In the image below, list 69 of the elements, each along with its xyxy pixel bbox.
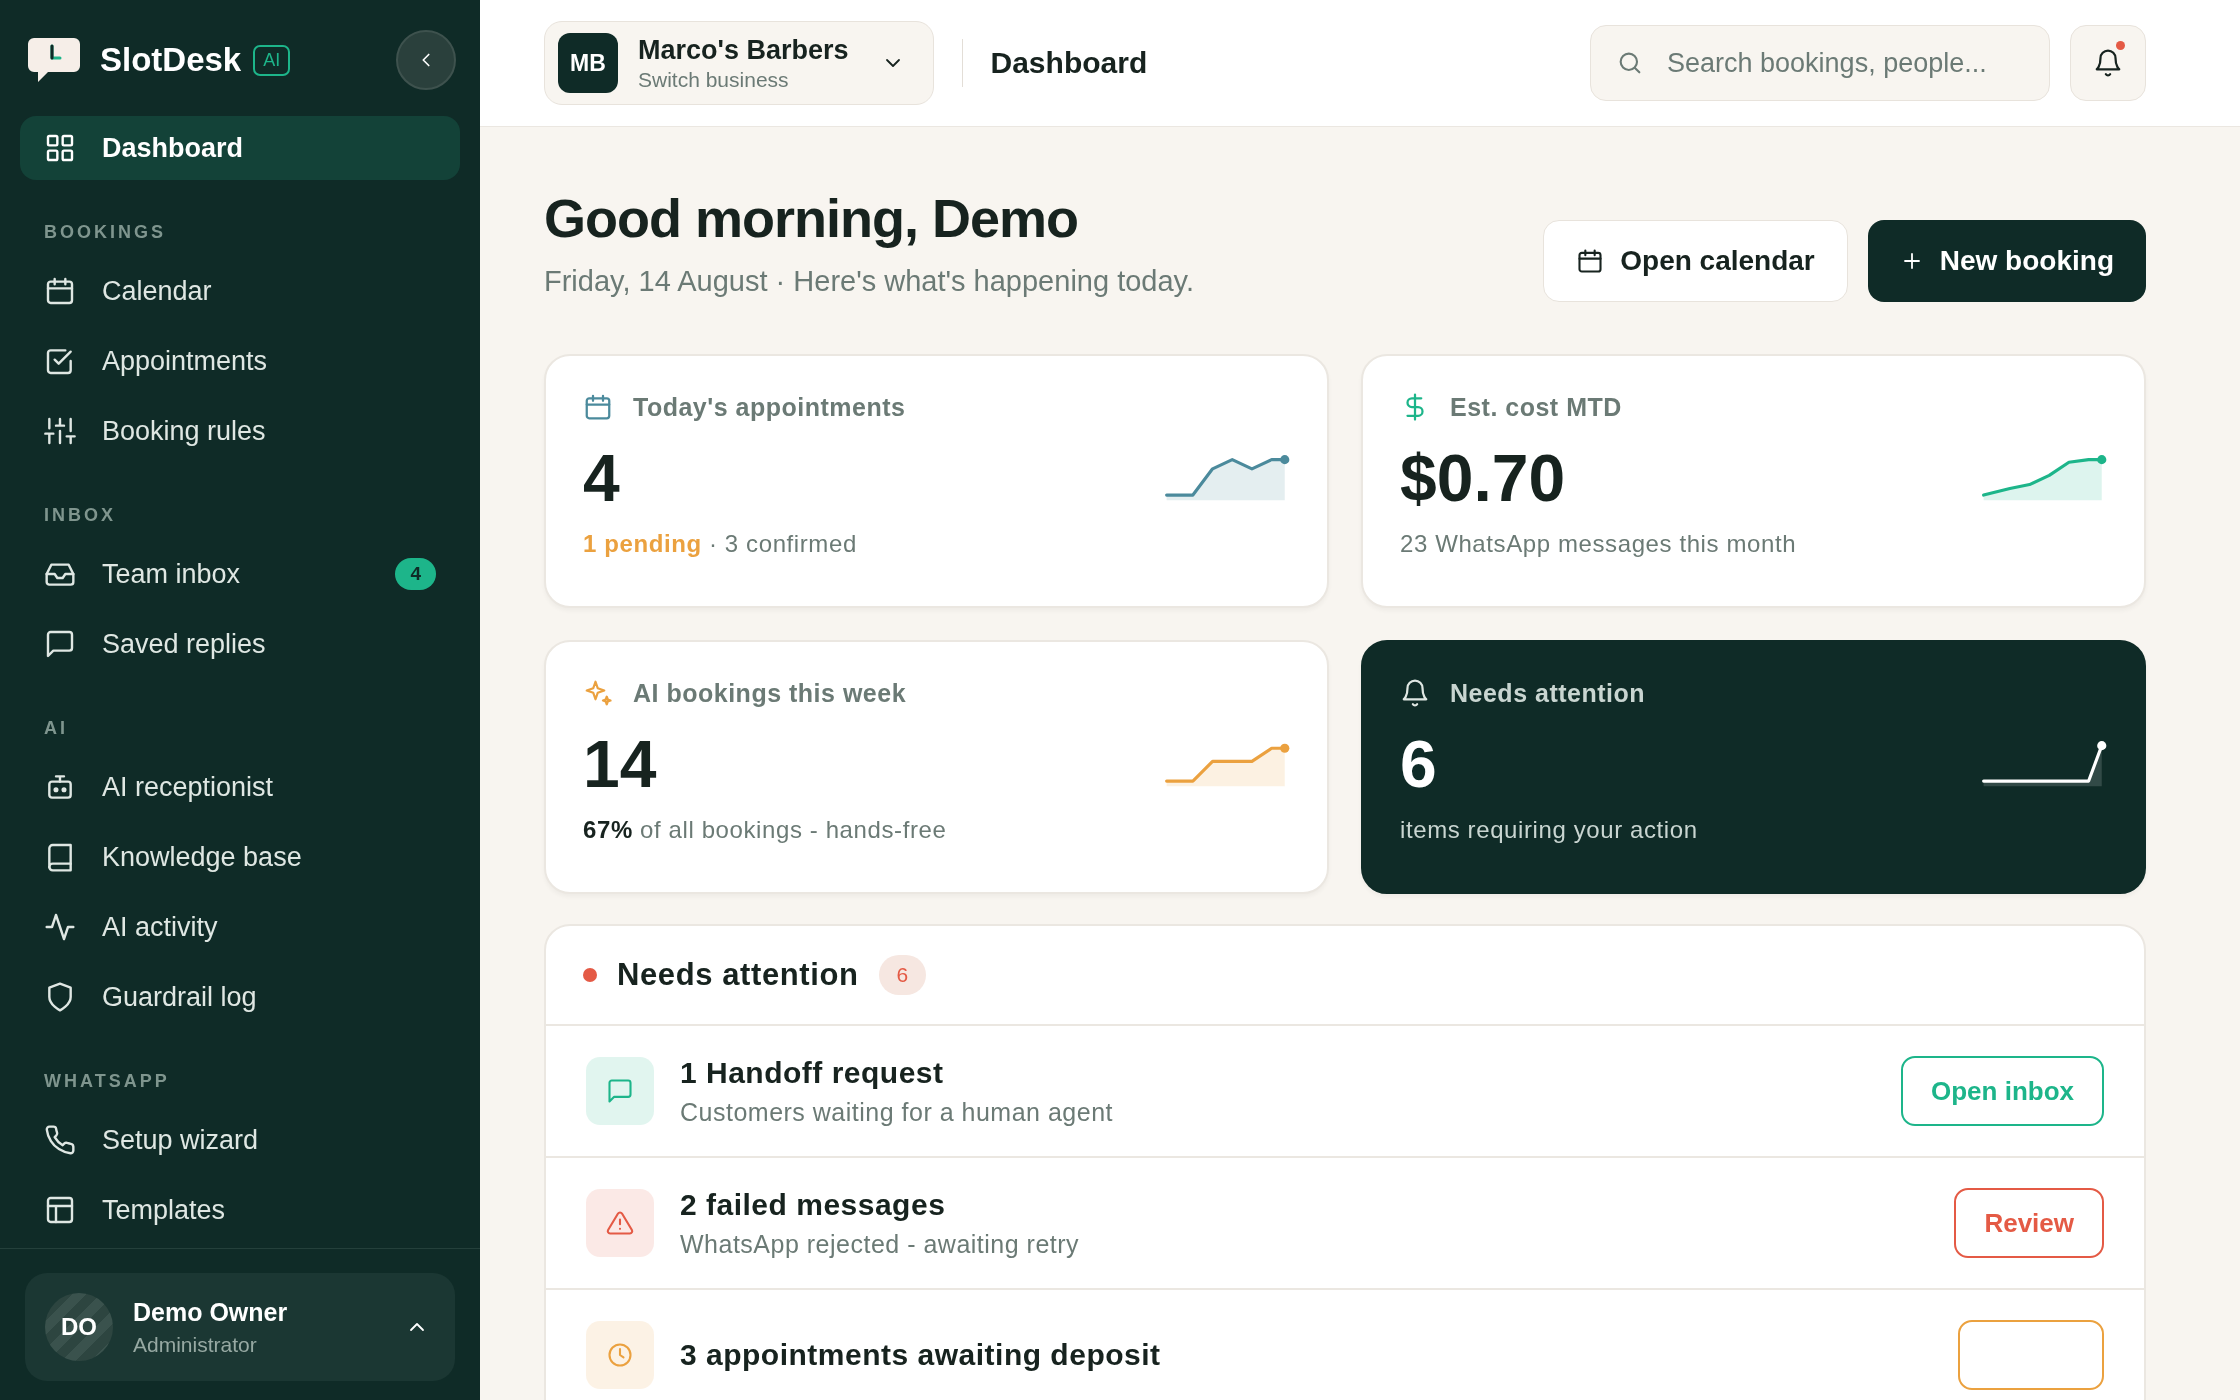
grid-icon <box>44 132 76 164</box>
notifications-button[interactable] <box>2070 25 2146 101</box>
stat-note: 1 pending · 3 confirmed <box>583 530 858 558</box>
nav-item[interactable]: Knowledge base <box>20 825 460 889</box>
stat-title: Est. cost MTD <box>1450 392 1622 422</box>
pulse-icon <box>44 911 76 943</box>
calendar-icon <box>583 392 613 422</box>
business-switcher[interactable]: MB Marco's Barbers Switch business <box>544 21 934 105</box>
stat-value: $0.70 <box>1400 440 1566 516</box>
stat-value: 14 <box>583 726 657 802</box>
calendar-icon <box>1576 247 1605 275</box>
phone-icon <box>44 1124 76 1156</box>
new-booking-button[interactable]: New booking <box>1867 220 2146 302</box>
bell-icon <box>2093 48 2123 78</box>
user-role: Administrator <box>133 1332 258 1357</box>
search-field[interactable]: Search bookings, people... <box>1590 25 2050 101</box>
item-title: 1 Handoff request <box>680 1055 945 1090</box>
nav-item[interactable]: AI activity <box>20 895 460 959</box>
layout-icon <box>44 1194 76 1226</box>
section-heading: BOOKINGS <box>43 221 167 244</box>
action-button[interactable]: Review <box>1954 1188 2104 1258</box>
collapse-button[interactable] <box>396 30 456 90</box>
greeting-title: Good morning, Demo <box>544 187 1079 249</box>
stat-value: 4 <box>583 440 620 516</box>
nav-item[interactable]: Guardrail log <box>20 965 460 1029</box>
section-heading: WHATSAPP <box>43 1070 171 1093</box>
nav-item[interactable]: Appointments <box>20 329 460 393</box>
nav-item[interactable]: Saved replies <box>20 612 460 676</box>
ai-badge: AI <box>253 44 291 76</box>
nav-item[interactable]: Booking rules <box>20 399 460 463</box>
stat-title: Today's appointments <box>633 392 906 422</box>
bell-icon <box>1400 678 1430 708</box>
stat-note: 67% of all bookings - hands-free <box>583 816 948 844</box>
user-name: Demo Owner <box>133 1297 289 1327</box>
count-badge: 4 <box>395 558 436 590</box>
action-button[interactable] <box>1958 1320 2104 1390</box>
avatar: DO <box>45 1293 113 1361</box>
nav-item[interactable]: Setup wizard <box>20 1108 460 1172</box>
page-title: Dashboard <box>990 46 1148 80</box>
stat-title: AI bookings this week <box>633 678 907 708</box>
status-dot <box>583 968 597 982</box>
nav-item[interactable]: Calendar <box>20 259 460 323</box>
item-title: 3 appointments awaiting deposit <box>680 1338 1162 1372</box>
stat-note: items requiring your action <box>1400 816 1699 844</box>
nav-item[interactable]: Dashboard <box>20 116 460 180</box>
item-title: 2 failed messages <box>680 1187 947 1222</box>
stat-note: 23 WhatsApp messages this month <box>1400 530 1798 558</box>
open-calendar-button[interactable]: Open calendar <box>1543 220 1848 302</box>
section-heading: AI <box>43 717 69 740</box>
business-name: Marco's Barbers <box>638 34 849 66</box>
greeting-subtitle: Friday, 14 August · Here's what's happening today. <box>544 265 1194 298</box>
sparkle-icon <box>583 678 613 708</box>
nav-item[interactable]: Team inbox 4 <box>20 542 460 606</box>
business-subtitle: Switch business <box>638 67 789 92</box>
section-heading: INBOX <box>43 504 117 527</box>
brand-name: SlotDesk <box>100 41 242 79</box>
nav-item[interactable]: Templates <box>20 1178 460 1242</box>
stat-value: 6 <box>1400 726 1437 802</box>
item-detail: WhatsApp rejected - awaiting retry <box>680 1229 1081 1259</box>
panel-title: Needs attention <box>617 957 859 993</box>
sliders-icon <box>44 415 76 447</box>
calendar-icon <box>44 275 76 307</box>
user-menu[interactable]: DO Demo Owner Administrator <box>25 1273 455 1381</box>
item-detail: Customers waiting for a human agent <box>680 1097 1114 1127</box>
business-avatar: MB <box>558 33 618 93</box>
stat-title: Needs attention <box>1450 678 1646 708</box>
count-badge: 6 <box>878 955 927 995</box>
chat-bubble-icon <box>44 628 76 660</box>
nav-item[interactable]: AI receptionist <box>20 755 460 819</box>
